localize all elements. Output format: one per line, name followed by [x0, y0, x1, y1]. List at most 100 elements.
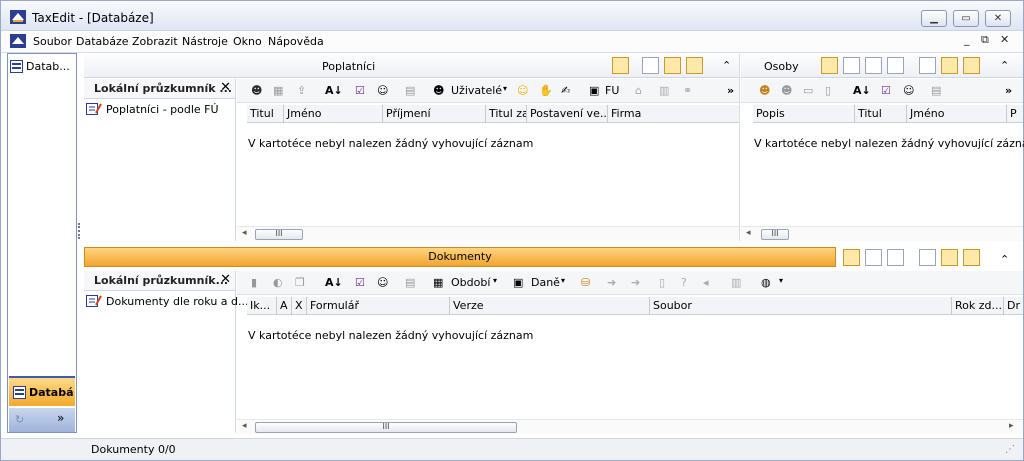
globe-icon[interactable]: ◍ — [761, 276, 771, 289]
list-view-icon[interactable] — [642, 57, 659, 74]
tree-view-alt-icon[interactable] — [963, 249, 980, 266]
toolbar-overflow-button[interactable]: » — [1005, 84, 1012, 97]
chevron-down-icon[interactable]: ▾ — [779, 276, 783, 285]
list-view-icon[interactable] — [919, 249, 936, 266]
checkbox-icon[interactable]: ☑ — [355, 276, 365, 289]
menu-zobrazit[interactable]: Zobrazit — [132, 35, 178, 48]
building-icon[interactable]: ⌂ — [635, 84, 642, 97]
truck-icon[interactable] — [865, 249, 882, 266]
refresh-icon[interactable]: ↻ — [15, 413, 24, 426]
column-header-firma[interactable]: Firma — [608, 105, 739, 123]
filter-icon[interactable]: ▤ — [405, 276, 415, 289]
sort-az-icon[interactable]: A↓ — [325, 276, 343, 289]
chevron-down-icon[interactable]: ▾ — [503, 84, 507, 93]
mdi-minimize-button[interactable]: _ — [964, 33, 970, 46]
restore-button[interactable]: ▭ — [953, 10, 979, 27]
doc-help-icon[interactable]: ? — [681, 276, 687, 289]
minimize-button[interactable]: ▁ — [921, 10, 947, 27]
close-icon[interactable]: ✕ — [220, 272, 231, 287]
doc-move-icon[interactable]: ▯ — [659, 276, 665, 289]
taxes-dropdown[interactable]: Daně — [531, 276, 560, 289]
doc-back-icon[interactable]: ◂ — [703, 276, 709, 289]
calendar-icon[interactable]: ▦ — [433, 276, 443, 289]
arrow-right-icon[interactable]: ➜ — [607, 276, 616, 289]
fu-button[interactable]: FU — [605, 84, 619, 97]
house-icon[interactable] — [887, 249, 904, 266]
tree-view-icon[interactable] — [941, 249, 958, 266]
thumb-icon[interactable]: ✋ — [539, 84, 553, 97]
person-card-icon[interactable] — [843, 57, 860, 74]
column-header-popis[interactable]: Popis — [753, 105, 855, 123]
arrow-add-icon[interactable]: ➔ — [631, 276, 640, 289]
menu-databaze[interactable]: Databáze — [76, 35, 129, 48]
column-header-rok[interactable]: Rok zd... — [952, 297, 1004, 315]
scroll-left-icon[interactable]: ◂ — [746, 228, 751, 238]
checkbox-icon[interactable]: ☑ — [355, 84, 365, 97]
scroll-left-icon[interactable]: ◂ — [242, 421, 247, 431]
tree-view-alt-icon[interactable] — [686, 57, 703, 74]
menu-napoveda[interactable]: Nápověda — [268, 35, 324, 48]
people-view-icon[interactable] — [821, 57, 838, 74]
poplatnici-hscrollbar[interactable]: ◂ III — [237, 226, 739, 241]
column-header-prijmeni[interactable]: Příjmení — [383, 105, 486, 123]
filter-icon[interactable]: ▤ — [405, 84, 415, 97]
person-list-icon[interactable] — [865, 57, 882, 74]
collapse-up-icon[interactable]: ⌃ — [1000, 253, 1009, 266]
tree-view-alt-icon[interactable] — [963, 57, 980, 74]
mdi-restore-button[interactable]: ⧉ — [981, 33, 989, 47]
column-header-x[interactable]: X — [292, 297, 307, 315]
explorer-node[interactable]: Poplatníci - podle FÚ — [86, 100, 219, 118]
resize-grip-icon[interactable]: ⋰ — [1005, 444, 1015, 455]
copy-icon[interactable]: ❐ — [295, 276, 305, 289]
user-edit-icon[interactable]: ☺ — [377, 276, 388, 289]
close-icon[interactable]: ✕ — [220, 80, 231, 95]
fu-icon[interactable]: ▣ — [589, 84, 599, 97]
tree-view-icon[interactable] — [664, 57, 681, 74]
grid-icon[interactable]: ▦ — [273, 84, 283, 97]
column-header-dr[interactable]: Dr — [1004, 297, 1023, 315]
mdi-close-button[interactable]: ✕ — [1000, 33, 1009, 46]
doc-export-icon[interactable]: ▥ — [731, 276, 741, 289]
smiley-icon[interactable]: ☺ — [517, 84, 528, 97]
nav-item-databaze[interactable]: Datab... — [10, 56, 74, 76]
toolbar-overflow-button[interactable]: » — [727, 84, 734, 97]
scroll-thumb[interactable]: III — [255, 229, 303, 240]
new-document-icon[interactable]: ▮ — [251, 276, 257, 289]
scroll-thumb[interactable]: III — [255, 422, 517, 433]
menu-nastroje[interactable]: Nástroje — [182, 35, 228, 48]
person-view-icon[interactable] — [612, 57, 629, 74]
column-header-jmeno[interactable]: Jméno — [284, 105, 383, 123]
sort-az-icon[interactable]: A↓ — [325, 84, 343, 97]
checkbox-icon[interactable]: ☑ — [881, 84, 891, 97]
column-header-ikona[interactable]: Ik... — [247, 297, 277, 315]
sort-az-icon[interactable]: A↓ — [853, 84, 871, 97]
nav-chevron-button[interactable]: » — [57, 411, 64, 425]
handshake-alt-icon[interactable]: ⚭ — [683, 84, 692, 97]
column-header-formular[interactable]: Formulář — [307, 297, 450, 315]
chevron-down-icon[interactable]: ▾ — [493, 276, 497, 285]
handshake-icon[interactable]: ✍ — [561, 84, 570, 97]
card-icon[interactable]: ▭ — [803, 84, 813, 97]
user-edit-icon[interactable]: ☺ — [377, 84, 388, 97]
scroll-left-icon[interactable]: ◂ — [242, 228, 247, 238]
tree-view-icon[interactable] — [941, 57, 958, 74]
users-icon[interactable]: ☻ — [433, 84, 444, 97]
taxes-icon[interactable]: ▣ — [513, 276, 523, 289]
collapse-up-icon[interactable]: ⌃ — [722, 59, 731, 72]
document-view-icon[interactable] — [843, 249, 860, 266]
users-dropdown[interactable]: Uživatelé — [451, 84, 502, 97]
menu-okno[interactable]: Okno — [233, 35, 262, 48]
nav-button-databaze[interactable]: Databá — [9, 376, 75, 406]
vertical-splitter[interactable] — [78, 223, 81, 239]
page-icon[interactable]: ▯ — [825, 84, 831, 97]
user-edit-icon[interactable]: ☺ — [903, 84, 914, 97]
column-header-p[interactable]: P — [1007, 105, 1023, 123]
column-header-titul-za[interactable]: Titul za — [486, 105, 527, 123]
filter-icon[interactable]: ▤ — [931, 84, 941, 97]
open-icon[interactable]: ◐ — [273, 276, 283, 289]
database-icon[interactable]: ⛁ — [581, 276, 590, 289]
scroll-thumb[interactable]: III — [761, 229, 789, 240]
column-header-jmeno[interactable]: Jméno — [907, 105, 1007, 123]
chevron-down-icon[interactable]: ▾ — [561, 276, 565, 285]
close-button[interactable]: ✕ — [985, 10, 1011, 27]
